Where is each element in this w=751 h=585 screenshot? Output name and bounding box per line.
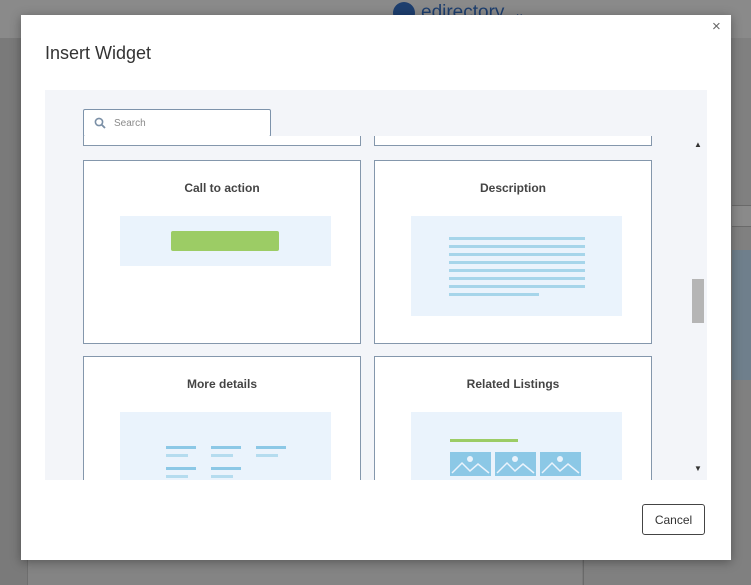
search-icon [94, 117, 106, 129]
background-side-thumbnail [732, 250, 751, 380]
widget-card-partial[interactable] [83, 136, 361, 146]
widget-card-description[interactable]: Description [374, 160, 652, 344]
widget-title: Call to action [184, 181, 260, 195]
image-thumbnails-icon [450, 452, 581, 476]
search-input[interactable] [114, 114, 264, 132]
dialog-title: Insert Widget [45, 43, 152, 63]
more-details-preview-icon [120, 412, 331, 480]
insert-widget-dialog: Insert Widget × Call to action Descr [21, 15, 731, 560]
widget-panel: Call to action Description [45, 90, 707, 480]
description-preview-icon [411, 216, 622, 316]
widget-title: Related Listings [466, 377, 560, 391]
widget-card-more-details[interactable]: More details [83, 356, 361, 480]
widget-grid: Call to action Description More details … [45, 136, 689, 480]
widget-card-call-to-action[interactable]: Call to action [83, 160, 361, 344]
background-side-bar [732, 205, 751, 227]
call-to-action-preview-icon [120, 216, 331, 266]
scroll-down-arrow-icon[interactable]: ▼ [694, 464, 702, 473]
search-field[interactable] [83, 109, 271, 137]
widget-title: Description [479, 181, 546, 195]
widget-card-partial[interactable] [374, 136, 652, 146]
widget-title: More details [186, 377, 258, 391]
close-icon[interactable]: × [712, 18, 721, 35]
related-listings-preview-icon [411, 412, 622, 480]
scroll-up-arrow-icon[interactable]: ▲ [694, 140, 702, 149]
scrollbar-thumb[interactable] [692, 279, 704, 323]
green-button-shape [171, 231, 279, 251]
cancel-button[interactable]: Cancel [642, 504, 705, 535]
widget-card-related-listings[interactable]: Related Listings [374, 356, 652, 480]
